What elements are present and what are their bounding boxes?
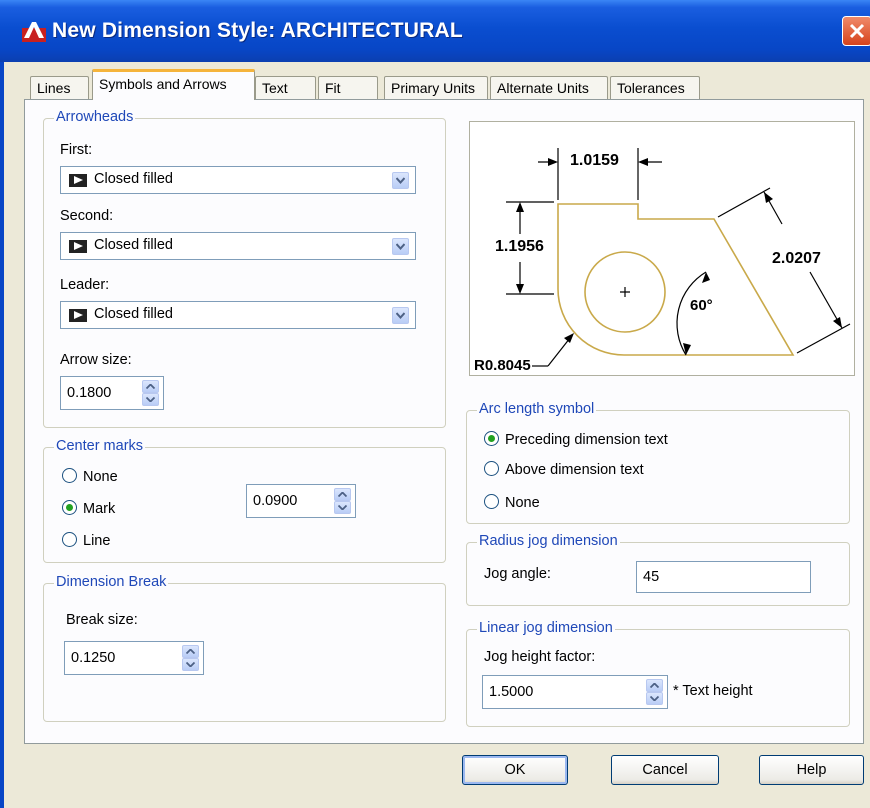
tab-symbols-and-arrows[interactable]: Symbols and Arrows (92, 69, 255, 100)
arrowheads-legend: Arrowheads (54, 109, 136, 125)
second-arrowhead-select[interactable]: Closed filled (60, 232, 416, 260)
angle-text: 60° (690, 297, 713, 314)
arrow-size-spinner[interactable] (142, 380, 159, 406)
radio-icon (484, 461, 499, 476)
dialog-window: New Dimension Style: ARCHITECTURAL Lines… (0, 0, 870, 808)
spin-up-icon[interactable] (182, 645, 199, 658)
center-mark-size-spinbox[interactable]: 0.0900 (246, 484, 356, 518)
dim-left-text: 1.1956 (495, 238, 544, 255)
ok-button[interactable]: OK (462, 755, 568, 785)
chevron-down-icon[interactable] (392, 238, 409, 255)
autocad-logo-icon (22, 22, 46, 42)
tab-tolerances[interactable]: Tolerances (610, 76, 700, 99)
arc-length-symbol-legend: Arc length symbol (477, 401, 597, 417)
arrow-size-value: 0.1800 (67, 385, 112, 401)
radio-selected-icon (484, 431, 499, 446)
arc-preceding-radio[interactable]: Preceding dimension text (484, 431, 668, 448)
arc-above-label: Above dimension text (505, 462, 644, 478)
radio-icon (484, 494, 499, 509)
arc-above-radio[interactable]: Above dimension text (484, 461, 644, 478)
spin-down-icon[interactable] (142, 393, 159, 406)
jog-angle-value: 45 (643, 569, 660, 585)
linear-jog-legend: Linear jog dimension (477, 620, 615, 636)
jog-height-factor-label: Jog height factor: (484, 649, 596, 665)
first-arrowhead-select[interactable]: Closed filled (60, 166, 416, 194)
dimension-break-legend: Dimension Break (54, 574, 169, 590)
dim-top-text: 1.0159 (570, 152, 619, 169)
close-button[interactable] (842, 16, 870, 46)
dim-right-text: 2.0207 (772, 250, 821, 267)
spin-down-icon[interactable] (646, 692, 663, 705)
tab-lines[interactable]: Lines (30, 76, 89, 99)
radius-text: R0.8045 (474, 357, 531, 374)
arrow-size-label: Arrow size: (60, 352, 132, 368)
spin-down-icon[interactable] (334, 501, 351, 514)
center-mark-none-label: None (83, 469, 118, 485)
break-size-value: 0.1250 (71, 650, 116, 666)
tab-fit[interactable]: Fit (318, 76, 378, 99)
center-mark-mark-radio[interactable]: Mark (62, 500, 115, 517)
radio-icon (62, 468, 77, 483)
second-label: Second: (60, 208, 114, 224)
closed-filled-arrow-icon (69, 309, 87, 322)
text-height-suffix: * Text height (673, 683, 753, 699)
arc-none-radio[interactable]: None (484, 494, 540, 511)
radio-selected-icon (62, 500, 77, 515)
window-border (0, 62, 4, 808)
jog-height-factor-spinbox[interactable]: 1.5000 (482, 675, 668, 709)
tab-text[interactable]: Text (255, 76, 316, 99)
break-size-spinner[interactable] (182, 645, 199, 671)
center-mark-size-value: 0.0900 (253, 493, 298, 509)
tab-alternate-units[interactable]: Alternate Units (490, 76, 608, 99)
help-button[interactable]: Help (759, 755, 864, 785)
closed-filled-arrow-icon (69, 174, 87, 187)
spin-up-icon[interactable] (334, 488, 351, 501)
closed-filled-arrow-icon (69, 240, 87, 253)
spin-up-icon[interactable] (646, 679, 663, 692)
window-title: New Dimension Style: ARCHITECTURAL (52, 19, 463, 42)
arc-none-label: None (505, 495, 540, 511)
second-arrowhead-value: Closed filled (94, 237, 173, 253)
tab-primary-units[interactable]: Primary Units (384, 76, 488, 99)
first-arrowhead-value: Closed filled (94, 171, 173, 187)
chevron-down-icon[interactable] (392, 172, 409, 189)
center-mark-size-spinner[interactable] (334, 488, 351, 514)
dimension-preview: 1.0159 1.1956 2.0207 60° R0.8045 (469, 121, 855, 376)
center-mark-mark-label: Mark (83, 501, 116, 517)
chevron-down-icon[interactable] (392, 307, 409, 324)
break-size-spinbox[interactable]: 0.1250 (64, 641, 204, 675)
spin-up-icon[interactable] (142, 380, 159, 393)
close-icon (849, 23, 865, 39)
radius-jog-legend: Radius jog dimension (477, 533, 620, 549)
title-bar[interactable]: New Dimension Style: ARCHITECTURAL (0, 0, 870, 62)
leader-arrowhead-select[interactable]: Closed filled (60, 301, 416, 329)
jog-angle-label: Jog angle: (484, 566, 551, 582)
spin-down-icon[interactable] (182, 658, 199, 671)
center-mark-line-label: Line (83, 533, 111, 549)
arrow-size-spinbox[interactable]: 0.1800 (60, 376, 164, 410)
break-size-label: Break size: (66, 612, 138, 628)
jog-angle-input[interactable]: 45 (636, 561, 811, 593)
center-mark-line-radio[interactable]: Line (62, 532, 110, 549)
arc-preceding-label: Preceding dimension text (505, 432, 668, 448)
cancel-button[interactable]: Cancel (611, 755, 719, 785)
jog-height-factor-spinner[interactable] (646, 679, 663, 705)
leader-label: Leader: (60, 277, 110, 293)
first-label: First: (60, 142, 93, 158)
center-marks-legend: Center marks (54, 438, 146, 454)
radio-icon (62, 532, 77, 547)
center-mark-none-radio[interactable]: None (62, 468, 118, 485)
jog-height-factor-value: 1.5000 (489, 684, 534, 700)
leader-arrowhead-value: Closed filled (94, 306, 173, 322)
